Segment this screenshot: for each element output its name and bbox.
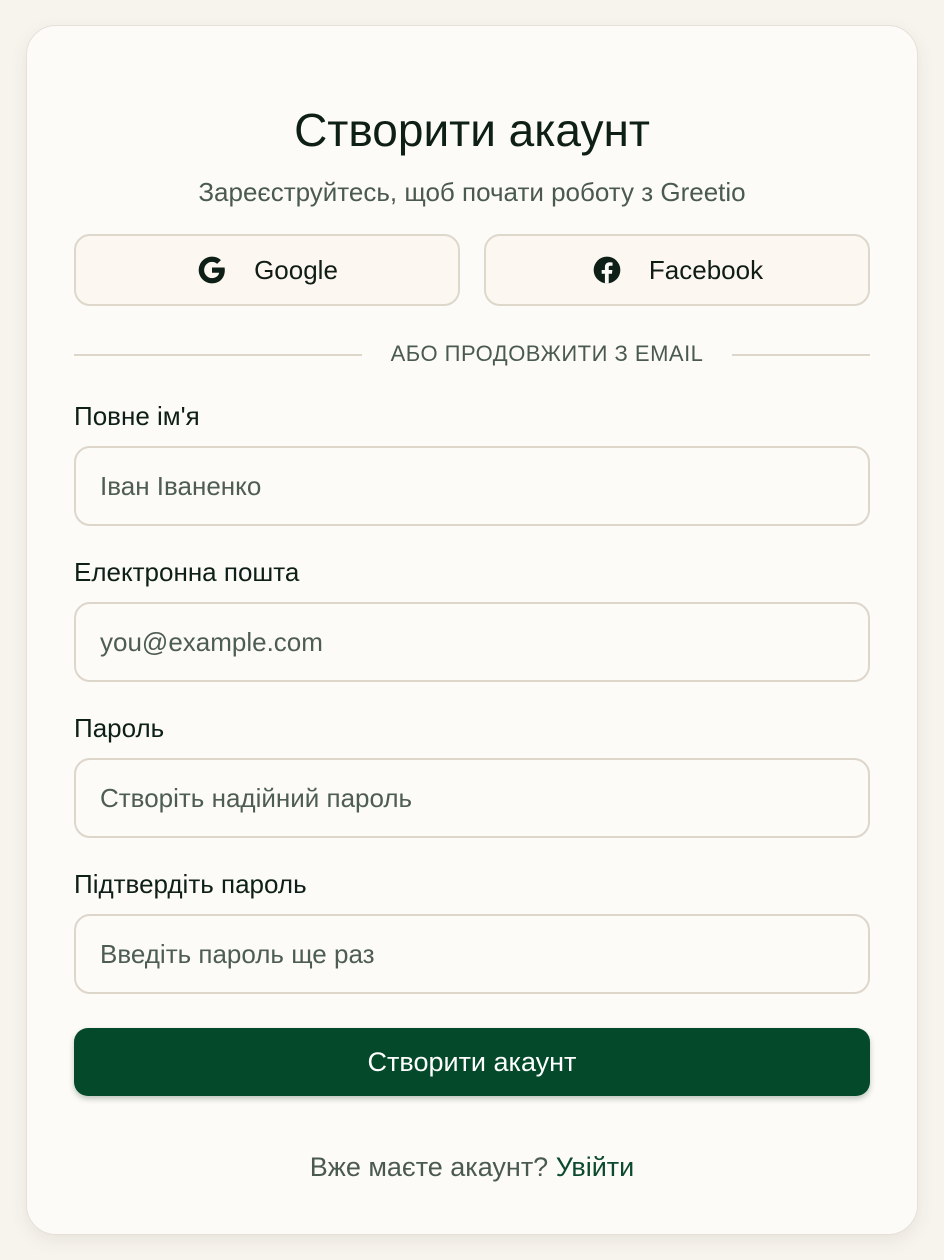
login-link[interactable]: Увійти bbox=[556, 1152, 635, 1182]
login-prompt-text: Вже маєте акаунт? bbox=[309, 1152, 549, 1182]
confirm-password-input[interactable] bbox=[74, 914, 870, 994]
create-account-button[interactable]: Створити акаунт bbox=[74, 1028, 870, 1096]
password-label: Пароль bbox=[74, 713, 165, 743]
page-subtitle: Зареєструйтесь, щоб почати роботу з Gree… bbox=[198, 177, 746, 207]
confirm-password-label: Підтвердіть пароль bbox=[74, 869, 307, 899]
facebook-button-label: Facebook bbox=[648, 254, 764, 285]
facebook-signin-button[interactable]: Facebook bbox=[484, 234, 870, 306]
full-name-input[interactable] bbox=[74, 446, 870, 526]
full-name-label: Повне ім'я bbox=[74, 401, 200, 431]
email-label: Електронна пошта bbox=[74, 557, 300, 587]
login-prompt: Вже маєте акаунт? Увійти bbox=[0, 1150, 944, 1184]
divider-text: АБО ПРОДОВЖИТИ З EMAIL bbox=[362, 338, 732, 370]
facebook-icon bbox=[591, 254, 623, 286]
email-input[interactable] bbox=[74, 602, 870, 682]
google-button-label: Google bbox=[254, 254, 338, 285]
google-icon bbox=[196, 254, 228, 286]
password-input[interactable] bbox=[74, 758, 870, 838]
google-signin-button[interactable]: Google bbox=[74, 234, 460, 306]
page-title: Створити акаунт bbox=[294, 104, 650, 156]
or-divider: АБО ПРОДОВЖИТИ З EMAIL bbox=[74, 338, 870, 370]
